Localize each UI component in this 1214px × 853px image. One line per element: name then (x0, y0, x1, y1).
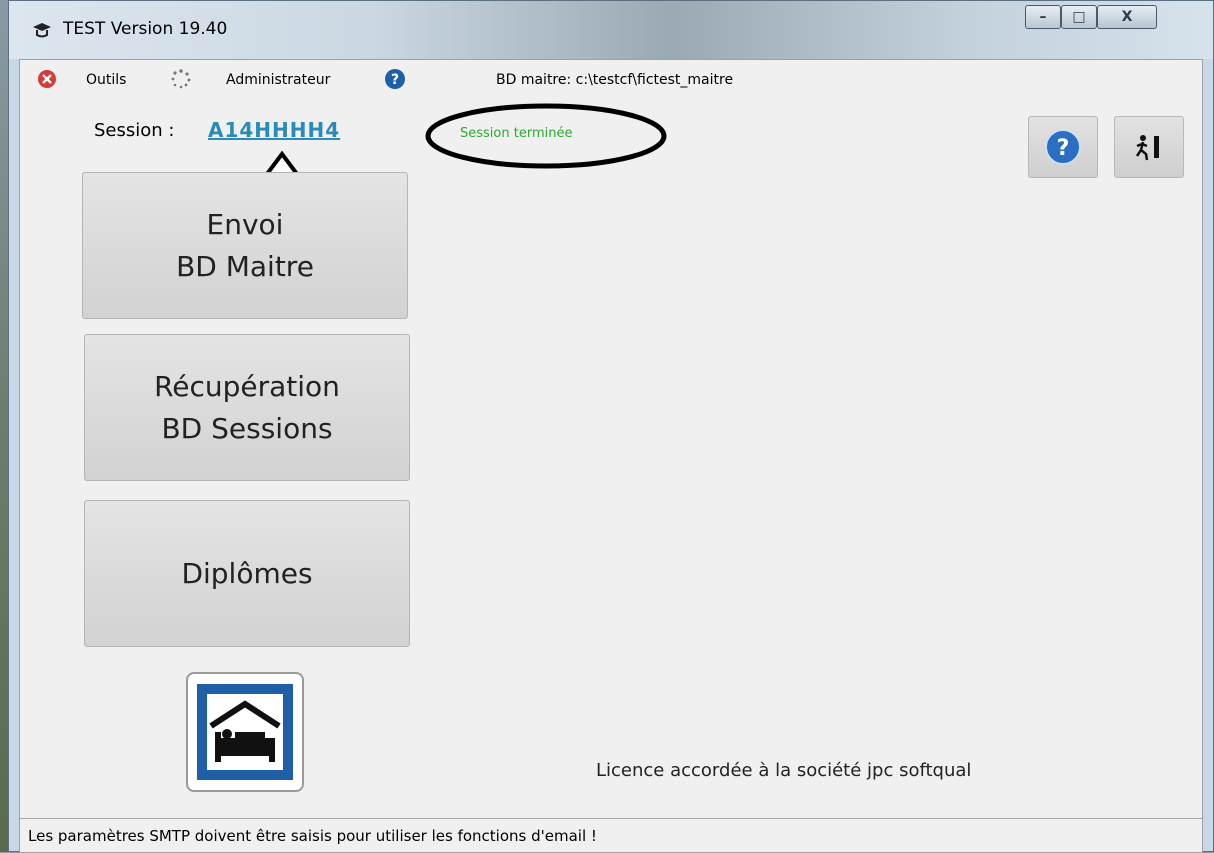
maximize-button[interactable]: □ (1061, 5, 1097, 29)
bd-master-path: BD maitre: c:\testcf\fictest_maitre (496, 72, 734, 88)
svg-text:?: ? (1057, 136, 1070, 161)
status-bar: Les paramètres SMTP doivent être saisis … (20, 818, 1202, 852)
app-window: TEST Version 19.40 – □ X Outils Administ… (8, 0, 1214, 853)
menu-bar: Outils Administrateur ? BD maitre: c:\te… (20, 60, 1202, 100)
hotel-bed-icon (197, 684, 293, 780)
envoi-line2: BD Maitre (176, 249, 314, 283)
close-icon: X (1121, 9, 1133, 25)
diplomes-label: Diplômes (181, 556, 313, 590)
close-button[interactable]: X (1097, 5, 1157, 29)
session-label: Session : (94, 120, 175, 141)
recuperation-bd-sessions-button[interactable]: Récupération BD Sessions (84, 334, 410, 481)
status-bar-text: Les paramètres SMTP doivent être saisis … (28, 827, 597, 845)
help-blue-icon[interactable]: ? (384, 68, 406, 90)
envoi-line1: Envoi (206, 207, 284, 241)
help-icon: ? (1045, 129, 1081, 165)
title-bar[interactable]: TEST Version 19.40 – □ X (9, 1, 1213, 59)
app-icon (33, 23, 51, 38)
menu-administrateur[interactable]: Administrateur (226, 72, 330, 88)
maximize-icon: □ (1072, 9, 1086, 25)
recuperation-line1: Récupération (154, 369, 340, 403)
annotation-ellipse (425, 103, 667, 169)
minimize-icon: – (1039, 9, 1047, 25)
exit-button[interactable] (1114, 116, 1184, 178)
loading-spinner-icon[interactable] (170, 68, 192, 90)
client-area: Outils Administrateur ? BD maitre: c:\te… (19, 59, 1203, 853)
exit-icon (1135, 135, 1159, 161)
window-title: TEST Version 19.40 (63, 19, 228, 39)
licence-text: Licence accordée à la société jpc softqu… (596, 760, 972, 781)
help-button[interactable]: ? (1028, 116, 1098, 178)
close-red-icon[interactable] (36, 68, 58, 90)
hotel-logo[interactable] (186, 672, 304, 792)
minimize-button[interactable]: – (1025, 5, 1061, 29)
menu-outils[interactable]: Outils (86, 72, 126, 88)
session-code-link[interactable]: A14HHHH4 (208, 118, 340, 142)
diplomes-button[interactable]: Diplômes (84, 500, 410, 647)
envoi-bd-maitre-button[interactable]: Envoi BD Maitre (82, 172, 408, 319)
recuperation-line2: BD Sessions (161, 411, 333, 445)
svg-text:?: ? (391, 72, 399, 88)
